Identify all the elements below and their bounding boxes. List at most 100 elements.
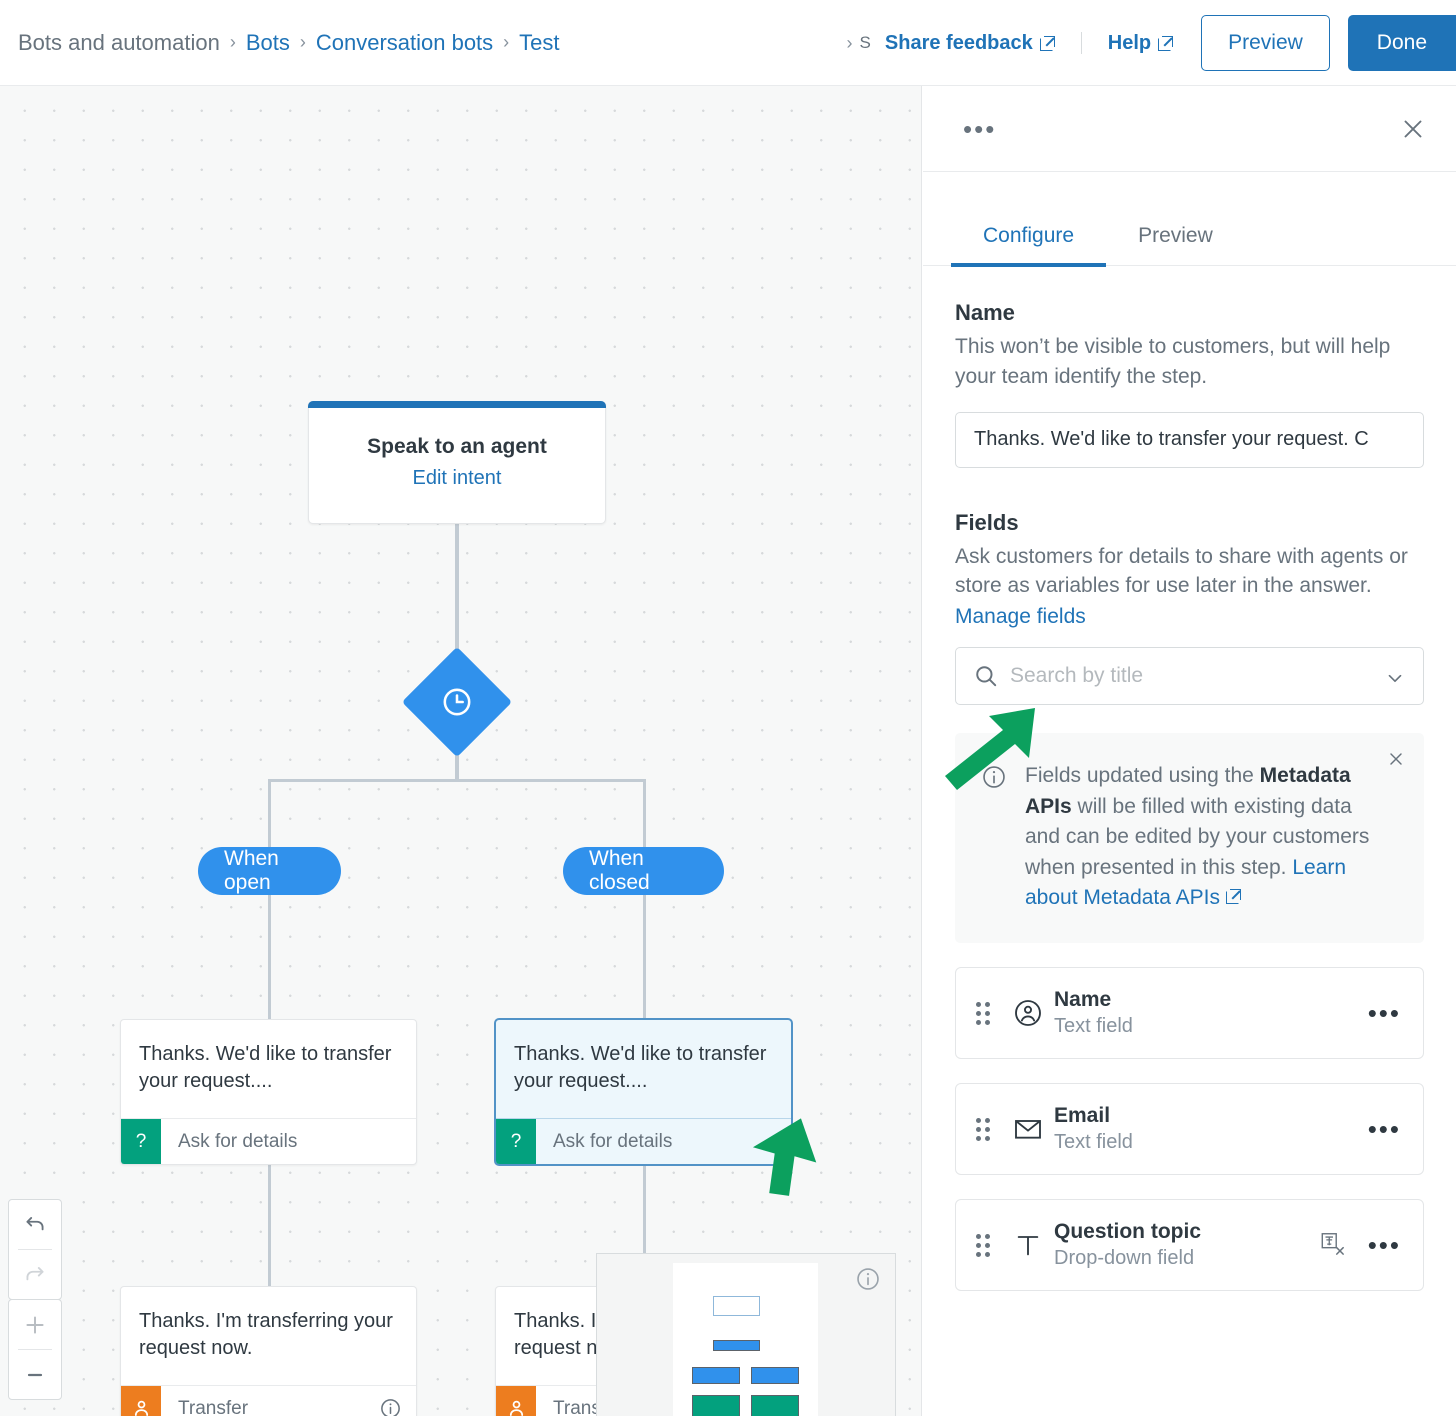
drag-handle-icon[interactable] [976,1001,1002,1025]
breadcrumb-item-0[interactable]: Bots and automation [18,30,220,56]
minimap-node [692,1395,740,1416]
branch-pill-label: When closed [589,847,650,894]
step-node-footer: Transfer [121,1385,416,1416]
minimap-node [713,1340,760,1351]
step-node-message: Thanks. We'd like to transfer your reque… [514,1043,767,1092]
breadcrumb-item-2[interactable]: Conversation bots [316,30,493,56]
envelope-icon [1002,1113,1054,1145]
connector-line [268,1162,271,1286]
notice-text: Fields updated using the Metadata APIs w… [1025,761,1374,913]
field-row-texts: Question topic Drop-down field [1054,1219,1318,1271]
minimap-node [713,1296,760,1316]
close-icon[interactable] [1398,114,1428,144]
step-node-footer: ? Ask for details [121,1118,416,1165]
canvas-minimap[interactable] [596,1253,896,1416]
help-label: Help [1107,31,1152,54]
breadcrumb-separator: › [229,32,236,52]
breadcrumb-item-3[interactable]: Test [519,30,559,56]
panel-more-menu-button[interactable]: ••• [963,116,996,142]
help-link[interactable]: Help [1107,31,1174,55]
name-section-title: Name [955,300,1015,325]
field-row-menu-button[interactable]: ••• [1368,1000,1401,1026]
minimap-node [751,1367,799,1384]
share-feedback-link[interactable]: Share feedback [885,32,1055,55]
tab-preview[interactable]: Preview [1106,224,1245,265]
step-node-message: Thanks. We'd like to transfer your reque… [139,1043,392,1092]
connector-line [268,895,271,1019]
panel-header: ••• [923,86,1456,172]
field-row-question-topic[interactable]: Question topic Drop-down field ••• [955,1199,1424,1292]
done-button[interactable]: Done [1347,15,1456,71]
notice-text-1: Fields updated using the [1025,764,1260,788]
breadcrumb-truncated: › S [847,33,871,54]
drag-handle-icon[interactable] [976,1117,1002,1141]
step-node-message: Thanks. I'm transferring your request no… [139,1310,393,1359]
connector-line [643,895,646,1019]
manage-fields-link[interactable]: Manage fields [955,605,1086,629]
field-name: Name [1054,988,1112,1012]
fields-section-description: Ask customers for details to share with … [955,544,1408,598]
panel-body: Name This won’t be visible to customers,… [923,266,1456,1292]
breadcrumb-separator-overflow: › [846,32,853,53]
step-config-panel: ••• Configure Preview Name This won’t be… [923,86,1456,1416]
field-type: Text field [1054,1014,1133,1037]
zoom-in-button[interactable] [8,1300,62,1349]
branch-pill-when-open[interactable]: When open [198,847,341,895]
search-input[interactable] [955,647,1424,706]
clock-icon [418,663,496,741]
tab-configure[interactable]: Configure [951,224,1107,267]
flow-canvas[interactable]: Speak to an agent Edit intent When open … [0,86,922,1416]
field-row-menu-button[interactable]: ••• [1368,1232,1401,1258]
zoom-tool-group [8,1299,62,1400]
step-node-type-label: Transfer [178,1397,249,1416]
notice-close-icon[interactable] [1386,749,1406,775]
field-row-texts: Email Text field [1054,1103,1368,1155]
question-mark-icon: ? [121,1118,161,1165]
external-link-icon [1225,889,1241,904]
step-node-open-transfer[interactable]: Thanks. I'm transferring your request no… [120,1286,417,1416]
step-node-type-label: Ask for details [178,1130,298,1152]
top-bar-actions: › S Share feedback Help Preview Done [847,0,1456,86]
step-node-closed-ask[interactable]: Thanks. We'd like to transfer your reque… [495,1019,792,1166]
user-circle-icon [1002,997,1054,1029]
connector-line [455,524,459,667]
breadcrumb-separator: › [503,32,510,52]
breadcrumb: Bots and automation › Bots › Conversatio… [0,30,560,56]
preview-button[interactable]: Preview [1201,15,1330,71]
minimap-viewport [673,1263,818,1416]
no-translation-icon [1318,1230,1348,1260]
name-section-description: This won’t be visible to customers, but … [955,335,1391,388]
top-bar: Bots and automation › Bots › Conversatio… [0,0,1456,86]
search-icon [973,663,999,694]
breadcrumb-separator: › [299,32,306,52]
breadcrumb-item-1[interactable]: Bots [246,30,290,56]
undo-button[interactable] [8,1200,62,1249]
step-name-input[interactable] [955,411,1424,468]
connector-line [268,779,271,847]
fields-section-title: Fields [955,509,1019,535]
intent-node[interactable]: Speak to an agent Edit intent [308,401,606,524]
field-name: Question topic [1054,1220,1201,1244]
chevron-down-icon[interactable] [1384,667,1406,694]
zoom-out-button[interactable] [8,1350,62,1399]
drag-handle-icon[interactable] [976,1233,1002,1257]
external-link-icon [1039,35,1055,51]
edit-intent-link[interactable]: Edit intent [413,467,502,490]
branch-pill-when-closed[interactable]: When closed [563,847,724,895]
field-search [955,647,1424,706]
minimap-node [751,1395,799,1416]
field-row-menu-button[interactable]: ••• [1368,1116,1401,1142]
field-name: Email [1054,1104,1111,1128]
intent-node-title: Speak to an agent [367,435,547,458]
bot-builder-app: Bots and automation › Bots › Conversatio… [0,0,1456,1416]
info-icon[interactable] [379,1397,402,1416]
person-icon [496,1385,536,1416]
field-row-name[interactable]: Name Text field ••• [955,967,1424,1060]
step-node-open-ask[interactable]: Thanks. We'd like to transfer your reque… [120,1019,417,1166]
redo-button[interactable] [8,1250,62,1299]
info-icon [981,764,1007,913]
field-row-email[interactable]: Email Text field ••• [955,1083,1424,1176]
info-icon[interactable] [855,1266,881,1297]
external-link-icon [1158,35,1174,51]
field-row-texts: Name Text field [1054,987,1368,1039]
